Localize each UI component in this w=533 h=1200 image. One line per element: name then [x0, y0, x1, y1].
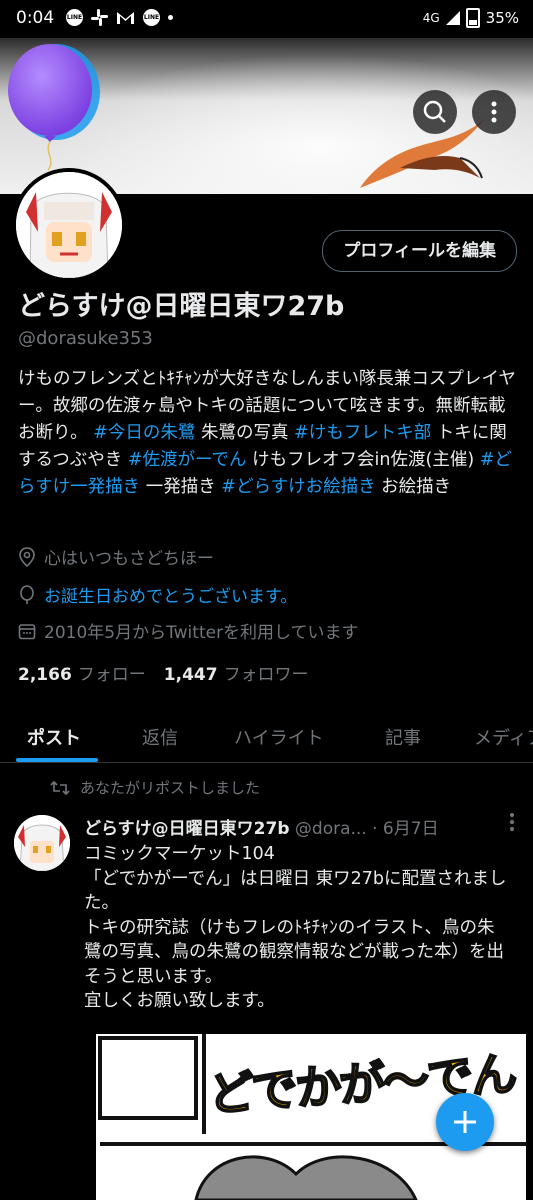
gmail-icon [117, 12, 134, 24]
calendar-icon [18, 623, 36, 639]
birthday-text[interactable]: お誕生日おめでとうございます。 [44, 582, 297, 607]
compose-button[interactable] [436, 1093, 494, 1151]
birthday-row: お誕生日おめでとうございます。 [18, 582, 297, 607]
tab-articles[interactable]: 記事 [385, 724, 421, 750]
status-right: 4G 35% [423, 8, 519, 28]
post-author-handle: @dora... [294, 819, 367, 839]
network-label: 4G [422, 11, 440, 25]
post-author-name[interactable]: どらすけ@日曜日東ワ27b [84, 819, 290, 839]
post-more-button[interactable] [509, 812, 515, 837]
balloon-small-icon [20, 584, 34, 604]
more-vertical-icon [491, 101, 497, 123]
post-author-avatar[interactable] [14, 815, 70, 871]
profile-avatar[interactable] [12, 168, 126, 282]
plus-icon [454, 1111, 476, 1133]
edit-profile-button[interactable]: プロフィールを編集 [322, 230, 517, 272]
repost-indicator: あなたがリポストしました [50, 777, 260, 798]
line-icon: LINE [143, 9, 160, 26]
post-text: コミックマーケット104 「どでかがーでん」は日曜日 東ワ27bに配置されました… [84, 844, 507, 1011]
user-handle: @dorasuke353 [18, 328, 153, 349]
line-icon: LINE [66, 9, 83, 26]
post-date: · 6月7日 [372, 819, 439, 839]
avatar-image [16, 172, 122, 278]
battery-percent: 35% [485, 9, 519, 27]
following-link[interactable]: 2,166 フォロー [18, 660, 146, 685]
following-count: 2,166 [18, 665, 72, 685]
balloon-icon [8, 44, 100, 171]
tab-media[interactable]: メディア [474, 724, 533, 750]
tab-posts[interactable]: ポスト [27, 724, 81, 750]
slack-icon [91, 9, 108, 26]
hashtag-link[interactable]: #けもフレトキ部 [294, 423, 431, 443]
bio-text: 朱鷺の写真 [195, 423, 295, 443]
profile-tabs: ポスト 返信 ハイライト 記事 メディア [0, 712, 533, 763]
active-tab-indicator [16, 758, 98, 762]
following-label: フォロー [77, 665, 146, 685]
status-bar: 0:04 LINE LINE 4G 35% [0, 0, 533, 38]
tab-replies[interactable]: 返信 [142, 724, 178, 750]
profile-bio: けものフレンズとﾄｷﾁｬﾝが大好きなしんまい隊長兼コスプレイヤー。故郷の佐渡ヶ島… [18, 366, 518, 501]
battery-icon [465, 8, 480, 28]
hashtag-link[interactable]: #佐渡がーでん [128, 450, 247, 470]
search-button[interactable] [413, 90, 457, 134]
location-row: 心はいつもさどちほー [18, 544, 214, 569]
location-text: 心はいつもさどちほー [44, 549, 214, 569]
followers-link[interactable]: 1,447 フォロワー [164, 660, 309, 685]
display-name: どらすけ@日曜日東ワ27b [18, 291, 345, 322]
followers-label: フォロワー [223, 665, 309, 685]
repost-icon [50, 780, 70, 795]
followers-count: 1,447 [163, 665, 218, 685]
status-time: 0:04 [16, 8, 55, 28]
signal-icon [445, 11, 460, 25]
follow-stats: 2,166 フォロー 1,447 フォロワー [18, 660, 309, 685]
more-button[interactable] [472, 90, 516, 134]
avatar-image [14, 815, 70, 871]
joined-text: 2010年5月からTwitterを利用しています [44, 623, 359, 643]
post-header: どらすけ@日曜日東ワ27b @dora... · 6月7日 [84, 814, 484, 839]
location-pin-icon [19, 546, 35, 567]
bio-text: お絵描き [375, 477, 452, 497]
dot-icon [168, 15, 173, 20]
repost-label: あなたがリポストしました [80, 779, 261, 797]
joined-row: 2010年5月からTwitterを利用しています [18, 618, 359, 643]
search-icon [423, 100, 446, 123]
notification-icons: LINE LINE [66, 9, 173, 26]
tab-highlights[interactable]: ハイライト [234, 724, 324, 750]
bio-text: けもフレオフ会in佐渡(主催) [246, 450, 480, 470]
hashtag-link[interactable]: #今日の朱鷺 [93, 423, 195, 443]
hashtag-link[interactable]: #どらすけお絵描き [221, 477, 375, 497]
more-vertical-icon [510, 813, 514, 831]
bio-text: 一発描き [140, 477, 222, 497]
